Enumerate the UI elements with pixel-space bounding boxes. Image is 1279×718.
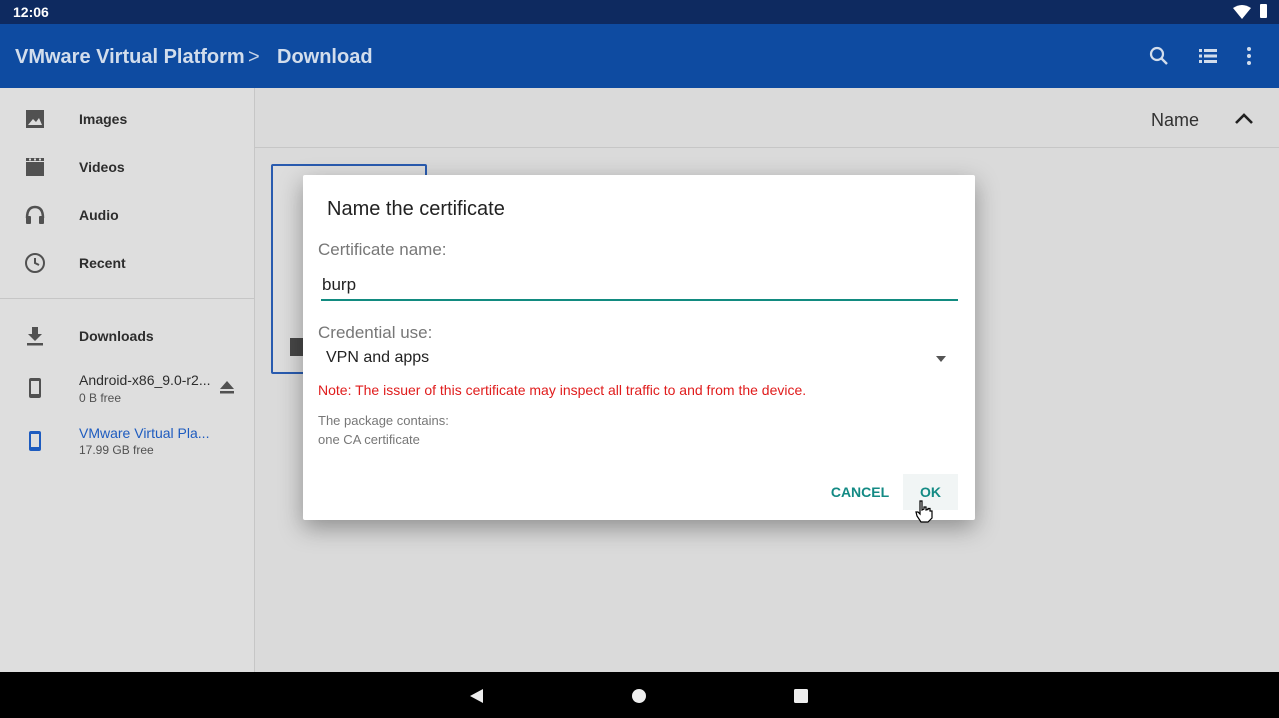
certificate-name-input[interactable] [321,271,958,301]
certificate-name-label: Certificate name: [318,240,447,259]
credential-use-label: Credential use: [318,323,433,342]
recents-icon[interactable] [791,686,811,706]
warning-note: Note: The issuer of this certificate may… [318,382,807,398]
credential-use-value: VPN and apps [326,349,430,366]
cancel-button[interactable]: CANCEL [824,474,896,510]
back-icon[interactable] [466,686,486,706]
system-nav-bar [0,672,1279,718]
battery-icon [1260,4,1267,18]
home-icon[interactable] [629,686,649,706]
credential-use-select[interactable]: VPN and apps [325,345,953,371]
status-bar: 12:06 [0,0,1279,24]
dialog-title: Name the certificate [327,198,505,220]
name-certificate-dialog: Name the certificate Certificate name: C… [303,175,975,520]
package-info-line1: The package contains: [318,413,449,428]
hand-cursor-icon [915,500,933,523]
status-time: 12:06 [13,4,49,20]
wifi-icon [1233,5,1251,19]
dropdown-arrow-icon [936,356,946,362]
package-info-line2: one CA certificate [318,432,420,447]
